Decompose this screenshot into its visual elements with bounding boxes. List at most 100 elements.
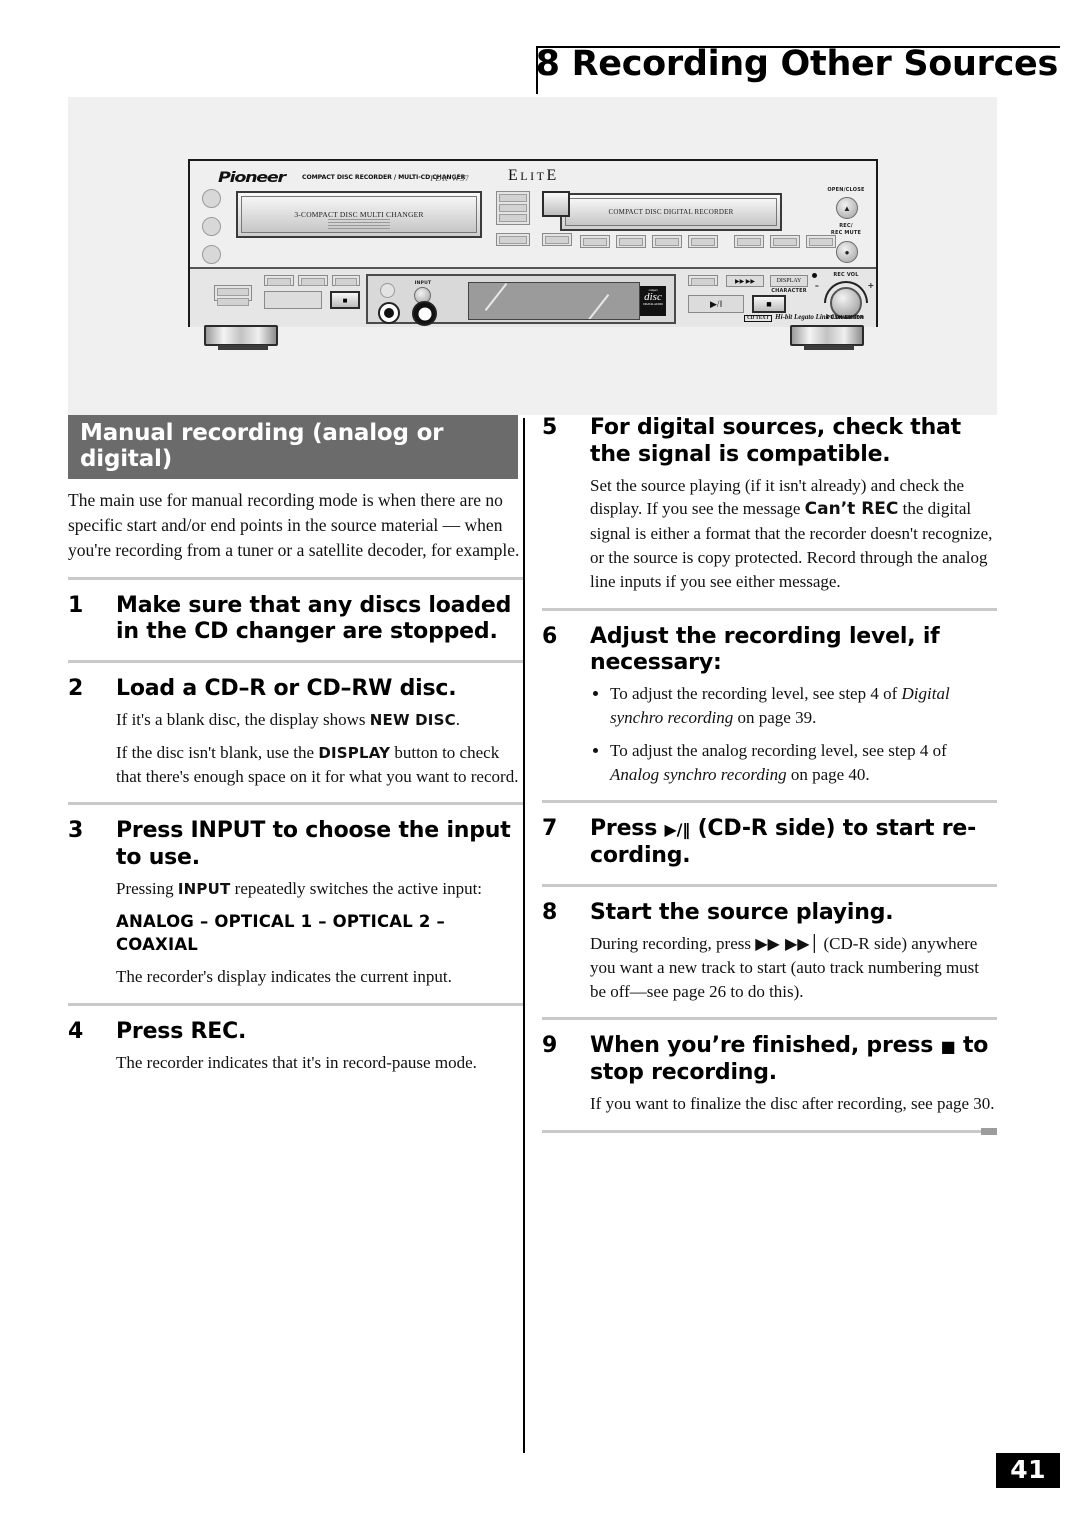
rule (68, 660, 523, 664)
recorder-button[interactable] (737, 238, 761, 246)
optical-mic-jack[interactable] (412, 301, 437, 326)
column-divider (523, 418, 525, 1453)
recorder-button-row-3[interactable] (652, 235, 682, 248)
changer-stop-button[interactable]: ■ (330, 291, 360, 309)
recorder-button-row-5[interactable] (734, 235, 764, 248)
changer-button-group-right[interactable] (542, 233, 572, 246)
open-close-button[interactable]: ▲ (836, 197, 858, 219)
step-8-title: Start the source playing. (590, 900, 894, 926)
cd-recorder-tray[interactable]: COMPACT DISC DIGITAL RECORDER (560, 193, 782, 231)
legato-link-badge: CD TEXT Hi-bit Legato Link Conversion (744, 313, 864, 322)
open-close-label: OPEN/CLOSE (827, 187, 865, 193)
step-8-body-a: During recording, press (590, 933, 756, 953)
step-8-body: During recording, press ▶▶ ▶▶│ (CD-R sid… (590, 932, 997, 1003)
step-5-title: For digital sources, check that the sign… (590, 415, 961, 467)
step-9-body: If you want to finalize the disc after r… (590, 1092, 997, 1116)
changer-button[interactable] (499, 194, 527, 202)
changer-button[interactable] (499, 236, 527, 244)
rec-mute-button[interactable]: ● (836, 241, 858, 263)
step-1-number: 1 (68, 592, 84, 618)
recorder-button-row-7[interactable] (806, 235, 836, 248)
changer-button-group-lower[interactable] (496, 233, 530, 246)
step-3-p1-c: repeatedly switches the active input: (230, 879, 483, 899)
changer-button[interactable] (499, 204, 527, 212)
bullet-1-b: on page 39. (733, 708, 817, 728)
recorder-button[interactable] (619, 238, 643, 246)
changer-select-button[interactable] (542, 191, 570, 217)
recorder-play-pause-button[interactable]: ▶/‖ (688, 295, 744, 313)
recorder-button[interactable] (655, 238, 679, 246)
device-upper-face: Pioneer COMPACT DISC RECORDER / MULTI-CD… (190, 161, 876, 269)
step-6-bullet-1: To adjust the recording level, see step … (610, 682, 997, 730)
recorder-button[interactable] (809, 238, 833, 246)
lower-button[interactable] (335, 278, 357, 286)
step-3-number: 3 (68, 818, 84, 844)
step-7: 7 Press ▶/‖ (CD-R side) to start re-cord… (542, 816, 997, 870)
round-button[interactable] (202, 217, 221, 236)
step-2-paragraph-2: If the disc isn't blank, use the DISPLAY… (116, 741, 523, 789)
rule (68, 802, 523, 806)
changer-button-group[interactable] (496, 191, 530, 225)
step-5-paragraph-1: Set the source playing (if it isn't alre… (590, 474, 997, 594)
pioneer-logo: Pioneer (218, 170, 286, 186)
skip-forward-button[interactable]: ▶▶ ▶▶ (726, 275, 764, 287)
rule (68, 576, 523, 580)
step-2-p2-a: If the disc isn't blank, use the (116, 742, 319, 762)
recorder-blank-button[interactable] (688, 275, 718, 286)
round-button[interactable] (202, 245, 221, 264)
device-foot-right (790, 325, 864, 350)
lower-button[interactable] (267, 278, 291, 286)
rec-indicator-dot (812, 273, 817, 278)
recorder-button[interactable] (583, 238, 607, 246)
recorder-button[interactable] (691, 238, 715, 246)
recorder-button-row-2[interactable] (616, 235, 646, 248)
bullet-1-a: To adjust the recording level, see step … (610, 684, 902, 704)
step-6-bullet-2: To adjust the analog recording level, se… (610, 739, 997, 787)
rec-vol-plus: + (867, 281, 875, 290)
round-button[interactable] (202, 189, 221, 208)
headphone-jack[interactable] (378, 302, 400, 324)
character-label: CHARACTER (771, 288, 807, 294)
recorder-button[interactable] (773, 238, 797, 246)
lower-button[interactable] (217, 288, 249, 296)
step-2-title: Load a CD–R or CD–RW disc. (116, 676, 457, 702)
recorder-button-row-6[interactable] (770, 235, 800, 248)
input-keyword: INPUT (177, 880, 231, 899)
changer-button[interactable] (545, 236, 569, 244)
lower-mid-button-c[interactable] (332, 275, 360, 286)
display-character-button[interactable]: DISPLAY (770, 275, 808, 287)
step-3-paragraph-1: Pressing INPUT repeatedly switches the a… (116, 877, 523, 901)
recorder-button-row-4[interactable] (688, 235, 718, 248)
left-round-buttons (202, 189, 221, 273)
section-title-banner: Manual recording (analog or digital) (68, 415, 518, 479)
recorder-button[interactable] (691, 278, 715, 286)
step-2-p1-c: . (455, 710, 461, 730)
recorder-stop-button[interactable]: ■ (752, 295, 786, 313)
step-2: 2 Load a CD–R or CD–RW disc. (68, 676, 523, 703)
lower-mid-button-b[interactable] (298, 275, 328, 286)
rule (542, 884, 997, 888)
step-9-title-a: When you’re finished, press (590, 1033, 941, 1059)
new-disc-keyword: NEW DISC (369, 711, 456, 730)
changer-button[interactable] (499, 214, 527, 222)
device-chassis: Pioneer COMPACT DISC RECORDER / MULTI-CD… (188, 159, 878, 327)
step-9-title: When you’re finished, press ■ to stop re… (590, 1033, 997, 1087)
jack-center (384, 308, 394, 318)
step-9: 9 When you’re finished, press ■ to stop … (542, 1033, 997, 1087)
lower-button[interactable] (301, 278, 325, 286)
step-4-title: Press REC. (116, 1018, 247, 1044)
lower-mid-button-a[interactable] (264, 275, 294, 286)
input-label: INPUT (414, 281, 432, 286)
lower-button[interactable] (217, 298, 249, 306)
rec-vol-minus: – (814, 281, 820, 290)
rule (542, 800, 997, 804)
recorder-button-row-left[interactable] (580, 235, 610, 248)
product-illustration-panel: Pioneer COMPACT DISC RECORDER / MULTI-CD… (68, 97, 997, 415)
chapter-title: 8 Recording Other Sources (535, 44, 1059, 84)
step-3-p1-a: Pressing (116, 879, 178, 899)
compact-disc-digital-audio-logo: compact disc DIGITAL AUDIO (640, 286, 666, 316)
lower-left-button[interactable] (214, 285, 252, 306)
changer-play-button[interactable] (264, 291, 322, 309)
multi-cd-changer-tray[interactable]: 3-COMPACT DISC MULTI CHANGER (236, 191, 482, 238)
step-5-body: Set the source playing (if it isn't alre… (590, 474, 997, 594)
